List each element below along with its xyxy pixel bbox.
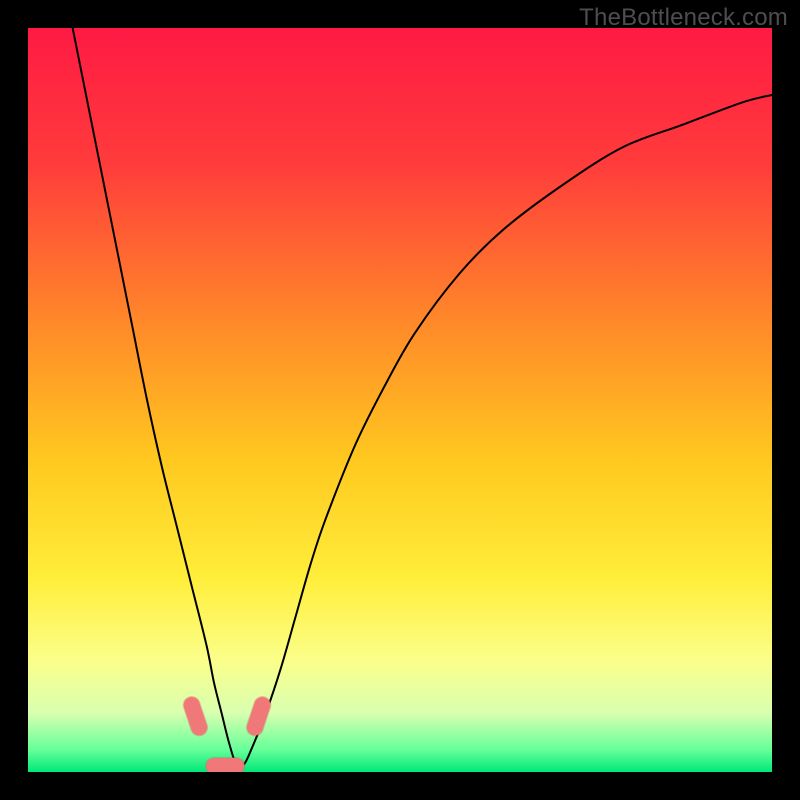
gradient-background <box>28 28 772 772</box>
chart-svg <box>28 28 772 772</box>
right-pill <box>255 705 262 727</box>
plot-area <box>28 28 772 772</box>
left-pill <box>192 705 199 727</box>
chart-frame: TheBottleneck.com <box>0 0 800 800</box>
